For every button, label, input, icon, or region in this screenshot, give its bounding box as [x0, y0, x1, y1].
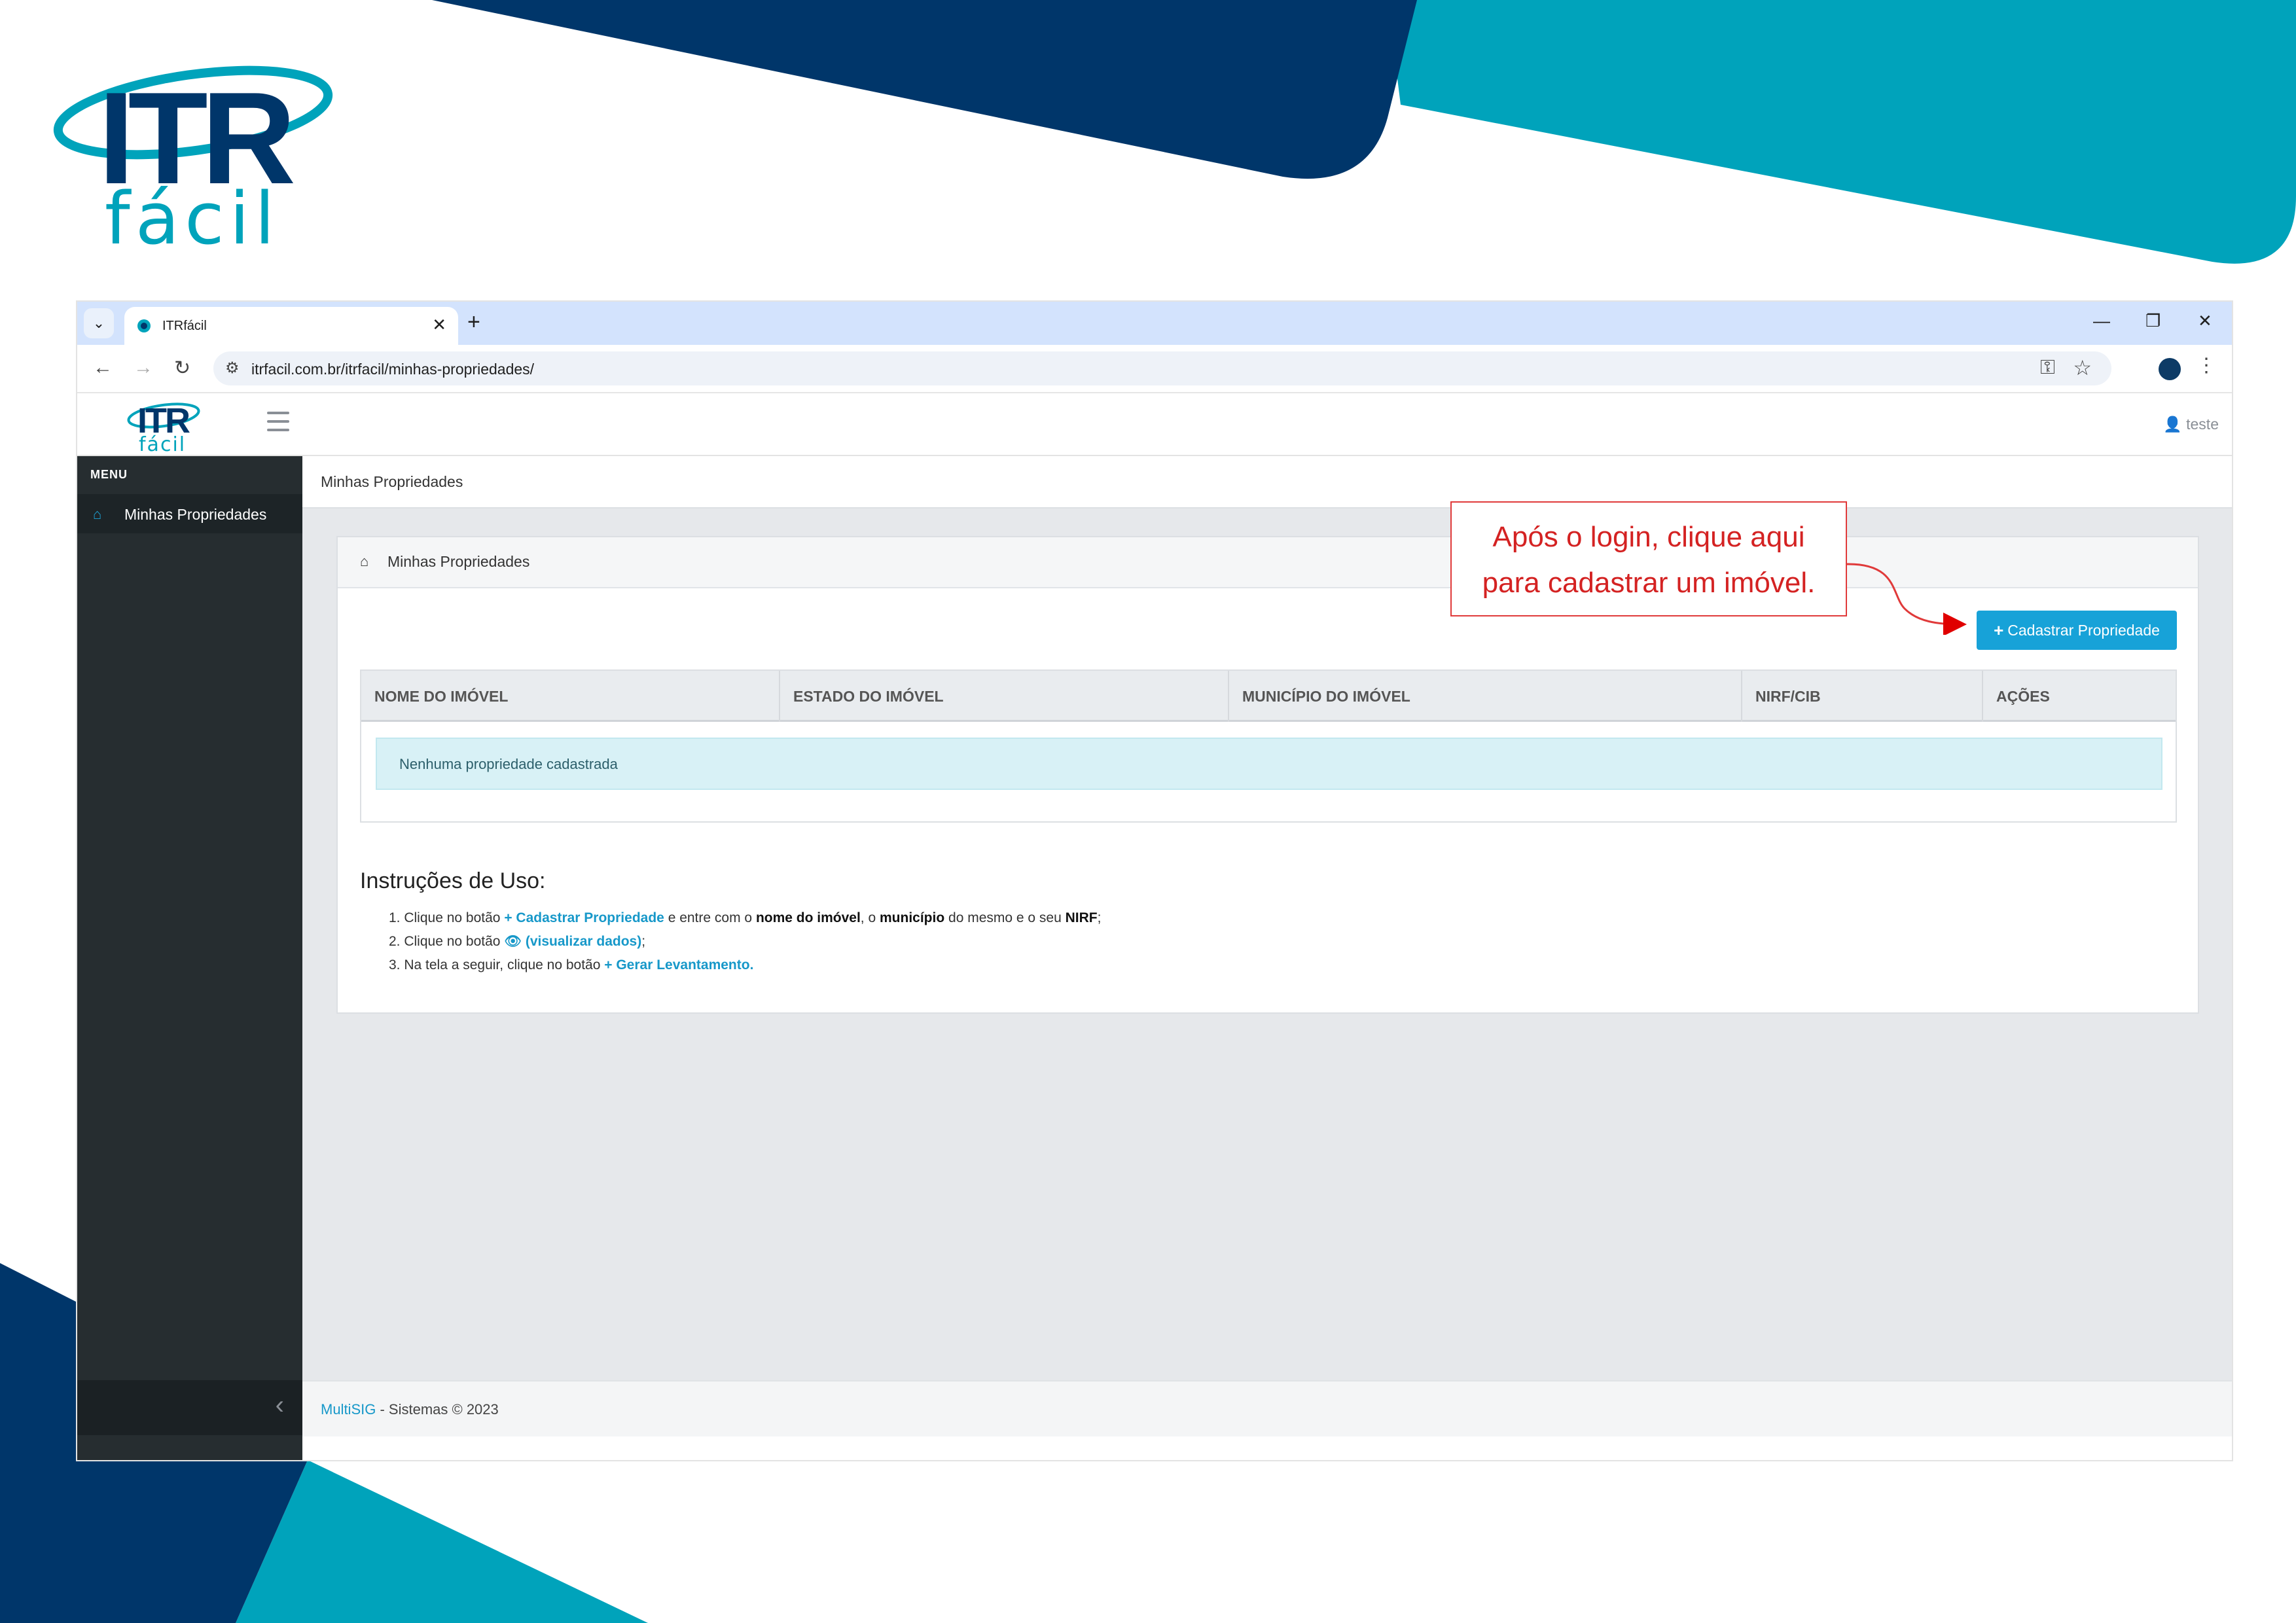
- annotation-line-2: para cadastrar um imóvel.: [1482, 567, 1816, 599]
- address-bar: ← → ↻ ⚙ itrfacil.com.br/itrfacil/minhas-…: [77, 345, 2232, 393]
- instruction-text: 1. Clique no botão: [389, 910, 501, 925]
- properties-table: NOME DO IMÓVEL ESTADO DO IMÓVEL MUNICÍPI…: [360, 669, 2177, 823]
- instruction-add-link[interactable]: + Cadastrar Propriedade: [504, 910, 664, 925]
- instruction-link-label: (visualizar dados): [525, 934, 642, 949]
- bottom-left-navy-shape: [0, 1263, 77, 1623]
- omnibox[interactable]: ⚙ itrfacil.com.br/itrfacil/minhas-propri…: [213, 351, 2111, 385]
- annotation-arrow: [1845, 563, 1967, 635]
- instructions-list: 1. Clique no botão + Cadastrar Proprieda…: [389, 906, 1101, 977]
- reload-icon[interactable]: ↻: [174, 357, 190, 380]
- forward-arrow-icon[interactable]: →: [134, 357, 153, 379]
- table-header: NOME DO IMÓVEL ESTADO DO IMÓVEL MUNICÍPI…: [361, 671, 2176, 722]
- card-title: Minhas Propriedades: [387, 553, 530, 570]
- instruction-link-label: Gerar Levantamento: [616, 957, 750, 972]
- add-property-label: Cadastrar Propriedade: [2007, 621, 2160, 639]
- add-property-button[interactable]: + Cadastrar Propriedade: [1977, 611, 2177, 650]
- instruction-survey-link[interactable]: + Gerar Levantamento.: [604, 957, 753, 972]
- empty-table-message: Nenhuma propriedade cadastrada: [376, 738, 2162, 790]
- itr-facil-logo: ITR fácil: [53, 65, 333, 260]
- instruction-bold: nome do imóvel: [755, 910, 861, 925]
- annotation-text: Após o login, clique aqui para cadastrar…: [1452, 514, 1846, 606]
- close-window-button[interactable]: ✕: [2198, 311, 2212, 331]
- plus-icon: +: [504, 910, 512, 925]
- restore-button[interactable]: ❐: [2145, 311, 2161, 331]
- instruction-link-label: Cadastrar Propriedade: [516, 910, 664, 925]
- instruction-bold: município: [880, 910, 945, 925]
- column-header-nirf[interactable]: NIRF/CIB: [1742, 671, 1983, 722]
- instruction-text: do mesmo e o seu: [948, 910, 1062, 925]
- column-header-estado[interactable]: ESTADO DO IMÓVEL: [780, 671, 1229, 722]
- annotation-line-1: Após o login, clique aqui: [1492, 521, 1805, 553]
- sidebar: MENU ⌂ Minhas Propriedades ‹: [77, 456, 302, 1460]
- app-logo-facil: fácil: [139, 433, 186, 454]
- app-header: ITR fácil 👤 teste: [77, 393, 2232, 456]
- tab-strip: ⌄ ITRfácil ✕ + — ❐ ✕: [77, 302, 2232, 345]
- browser-window: ⌄ ITRfácil ✕ + — ❐ ✕ ← → ↻ ⚙ itrfacil.co…: [77, 302, 2232, 1460]
- footer-copyright: - Sistemas © 2023: [376, 1401, 499, 1418]
- bottom-teal-shape: [236, 1460, 648, 1623]
- page: ITR fácil ⌄ ITRfácil ✕ + — ❐ ✕ ← → ↻ ⚙ i…: [0, 0, 2296, 1623]
- breadcrumb: Minhas Propriedades: [321, 473, 463, 490]
- annotation-callout: Após o login, clique aqui para cadastrar…: [1450, 501, 1847, 616]
- instruction-text: ;: [641, 934, 646, 949]
- instruction-item: 2. Clique no botão 👁 (visualizar dados);: [389, 930, 1101, 954]
- top-navy-shape: [432, 0, 1417, 179]
- column-header-acoes: AÇÕES: [1996, 688, 2050, 705]
- logo-facil-text: fácil: [105, 177, 280, 260]
- instruction-text: 3. Na tela a seguir, clique no botão: [389, 957, 601, 972]
- home-icon: ⌂: [360, 553, 369, 569]
- instruction-text: 2. Clique no botão: [389, 934, 501, 949]
- user-icon: 👤: [2163, 416, 2182, 433]
- instruction-text: .: [749, 957, 754, 972]
- sidebar-item-label: Minhas Propriedades: [124, 506, 267, 523]
- profile-avatar[interactable]: [2159, 358, 2181, 380]
- user-name: teste: [2186, 416, 2219, 433]
- instruction-bold: NIRF: [1065, 910, 1098, 925]
- url-text[interactable]: itrfacil.com.br/itrfacil/minhas-propried…: [251, 361, 534, 378]
- instruction-text: , o: [860, 910, 876, 925]
- back-arrow-icon[interactable]: ←: [93, 357, 113, 379]
- sidebar-footer: ‹: [77, 1380, 302, 1435]
- user-menu[interactable]: 👤 teste: [2163, 416, 2219, 433]
- column-header-municipio[interactable]: MUNICÍPIO DO IMÓVEL: [1229, 671, 1742, 722]
- breadcrumb-bar: Minhas Propriedades: [302, 456, 2232, 508]
- tab-itrfacil[interactable]: ITRfácil ✕: [124, 307, 458, 345]
- plus-icon: +: [604, 957, 613, 972]
- itr-favicon-icon: [137, 319, 151, 332]
- instruction-item: 1. Clique no botão + Cadastrar Proprieda…: [389, 906, 1101, 930]
- footer-brand-link[interactable]: MultiSIG: [321, 1401, 376, 1418]
- footer-text: MultiSIG - Sistemas © 2023: [321, 1401, 499, 1418]
- password-key-icon[interactable]: ⚿: [2040, 357, 2055, 379]
- bookmark-star-icon[interactable]: ☆: [2073, 355, 2092, 380]
- tab-close-icon[interactable]: ✕: [432, 315, 446, 335]
- instruction-view-link[interactable]: 👁 (visualizar dados): [504, 934, 641, 949]
- column-header-nome[interactable]: NOME DO IMÓVEL: [361, 671, 780, 722]
- app-footer: MultiSIG - Sistemas © 2023: [302, 1380, 2232, 1436]
- browser-menu-icon[interactable]: ⋮: [2197, 354, 2216, 377]
- site-info-icon[interactable]: ⚙: [225, 359, 240, 378]
- instruction-item: 3. Na tela a seguir, clique no botão + G…: [389, 954, 1101, 977]
- chevron-down-icon: ⌄: [92, 315, 105, 331]
- tab-title: ITRfácil: [162, 319, 207, 333]
- chevron-left-icon[interactable]: ‹: [276, 1391, 284, 1420]
- instruction-text: ;: [1097, 910, 1102, 925]
- instructions-title: Instruções de Uso:: [360, 868, 546, 893]
- hamburger-menu-icon[interactable]: [267, 412, 289, 431]
- home-icon: ⌂: [93, 506, 102, 522]
- minimize-button[interactable]: —: [2093, 311, 2110, 331]
- sidebar-item-minhas-propriedades[interactable]: ⌂ Minhas Propriedades: [77, 494, 302, 533]
- plus-icon: +: [1994, 620, 2004, 640]
- menu-label: MENU: [90, 468, 128, 481]
- top-teal-shape: [1388, 0, 2296, 264]
- eye-icon: 👁: [504, 934, 522, 949]
- new-tab-button[interactable]: +: [467, 310, 480, 335]
- tab-search-button[interactable]: ⌄: [84, 308, 114, 338]
- instruction-text: e entre com o: [668, 910, 753, 925]
- app-logo[interactable]: ITR fácil: [124, 397, 203, 454]
